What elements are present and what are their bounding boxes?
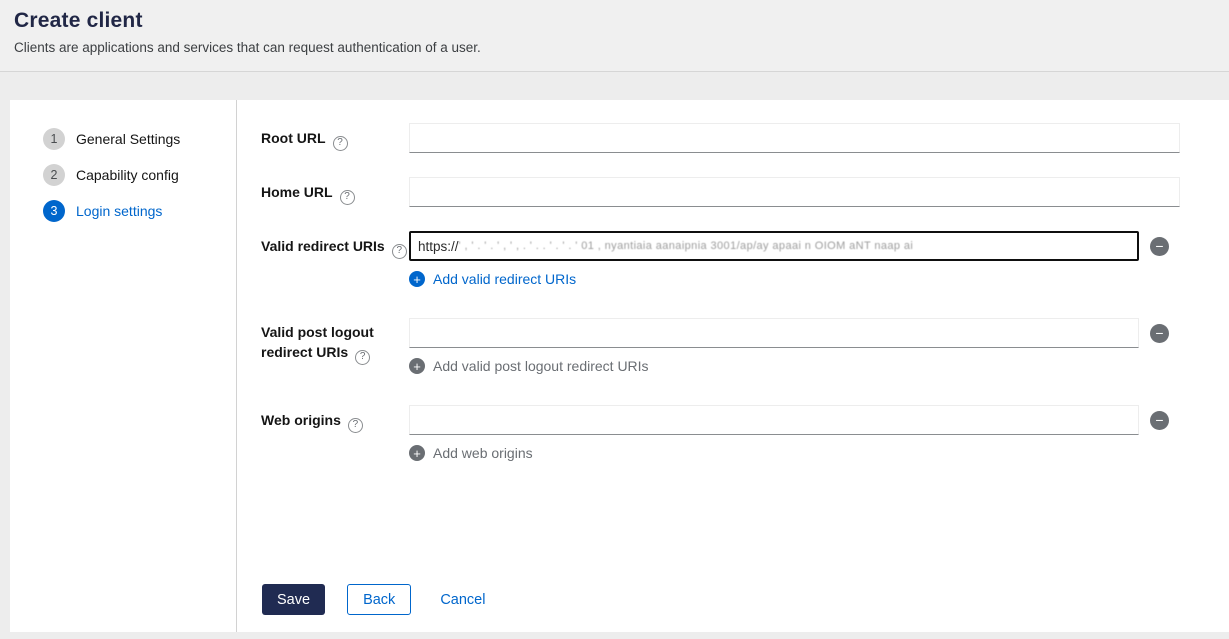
- cancel-button[interactable]: Cancel: [440, 592, 485, 608]
- help-icon[interactable]: ?: [355, 350, 370, 365]
- valid-redirect-uris-row: Valid redirect URIs? https:// ' , ' . ' …: [261, 231, 1229, 287]
- remove-web-origin-button[interactable]: −: [1150, 411, 1169, 430]
- web-origins-input[interactable]: [409, 405, 1139, 435]
- home-url-input[interactable]: [409, 177, 1180, 207]
- create-client-panel: 1 General Settings 2 Capability config 3…: [10, 100, 1229, 632]
- root-url-input[interactable]: [409, 123, 1180, 153]
- web-origins-label: Web origins?: [261, 405, 409, 435]
- page-title: Create client: [14, 9, 1213, 33]
- add-valid-redirect-uris-button[interactable]: + Add valid redirect URIs: [409, 271, 1169, 287]
- plus-circle-icon: +: [409, 271, 425, 287]
- remove-post-logout-uri-button[interactable]: −: [1150, 324, 1169, 343]
- valid-redirect-uris-label: Valid redirect URIs?: [261, 231, 409, 261]
- wizard-step-general-settings[interactable]: 1 General Settings: [10, 121, 236, 157]
- help-icon[interactable]: ?: [333, 136, 348, 151]
- add-web-origins-button[interactable]: + Add web origins: [409, 445, 1169, 461]
- wizard-nav: 1 General Settings 2 Capability config 3…: [10, 100, 237, 632]
- step-label: Capability config: [76, 167, 179, 183]
- wizard-step-capability-config[interactable]: 2 Capability config: [10, 157, 236, 193]
- step-label: Login settings: [76, 203, 162, 219]
- login-settings-form: Root URL? Home URL? Valid redirect URIs?: [237, 100, 1229, 632]
- step-number-badge: 1: [43, 128, 65, 150]
- web-origins-row: Web origins? − + Add web origins: [261, 405, 1229, 461]
- save-button[interactable]: Save: [262, 584, 325, 615]
- home-url-label: Home URL?: [261, 177, 409, 207]
- back-button[interactable]: Back: [347, 584, 411, 615]
- plus-circle-icon: +: [409, 445, 425, 461]
- home-url-row: Home URL?: [261, 177, 1229, 207]
- wizard-step-login-settings[interactable]: 3 Login settings: [10, 193, 236, 229]
- help-icon[interactable]: ?: [392, 244, 407, 259]
- page-header: Create client Clients are applications a…: [0, 0, 1229, 72]
- post-logout-redirect-uris-input[interactable]: [409, 318, 1139, 348]
- uri-value-scheme: https://: [418, 239, 459, 254]
- uri-value-obscured: ' , ' . ' . ' , ' , . ' . . ' . ' . ' 01…: [459, 240, 914, 252]
- step-number-badge: 3: [43, 200, 65, 222]
- help-icon[interactable]: ?: [340, 190, 355, 205]
- post-logout-redirect-uris-row: Valid post logout redirect URIs? − + Add…: [261, 318, 1229, 374]
- root-url-label: Root URL?: [261, 123, 409, 153]
- help-icon[interactable]: ?: [348, 418, 363, 433]
- post-logout-redirect-uris-label: Valid post logout redirect URIs?: [261, 318, 409, 365]
- form-actions: Save Back Cancel: [262, 584, 485, 615]
- remove-redirect-uri-button[interactable]: −: [1150, 237, 1169, 256]
- page-subtitle: Clients are applications and services th…: [14, 40, 1213, 55]
- valid-redirect-uris-input[interactable]: https:// ' , ' . ' . ' , ' , . ' . . ' .…: [409, 231, 1139, 261]
- step-number-badge: 2: [43, 164, 65, 186]
- plus-circle-icon: +: [409, 358, 425, 374]
- step-label: General Settings: [76, 131, 180, 147]
- add-post-logout-redirect-uris-button[interactable]: + Add valid post logout redirect URIs: [409, 358, 1169, 374]
- root-url-row: Root URL?: [261, 123, 1229, 153]
